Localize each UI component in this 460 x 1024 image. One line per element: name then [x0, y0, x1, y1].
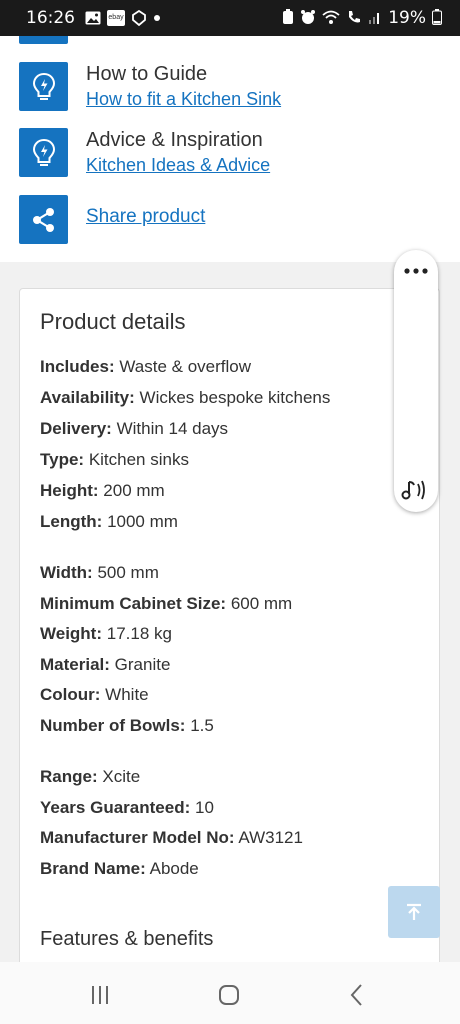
spec-value: White	[105, 685, 149, 704]
recent-apps-icon	[92, 986, 108, 1004]
spec-label: Type:	[40, 450, 85, 469]
spec-value: Granite	[114, 655, 171, 674]
share-icon	[32, 207, 54, 232]
spec-value: Abode	[149, 859, 199, 878]
spec-label: Material:	[40, 655, 110, 674]
spec-row: Number of Bowls: 1.5	[40, 716, 214, 736]
spec-value: 10	[194, 798, 214, 817]
spec-row: Delivery: Within 14 days	[40, 419, 228, 439]
recent-apps-button[interactable]	[85, 980, 115, 1010]
battery-icon	[432, 8, 442, 28]
product-links-section: How to Guide How to fit a Kitchen Sink A…	[0, 36, 460, 262]
spec-row: Years Guaranteed: 10	[40, 798, 214, 818]
spec-label: Years Guaranteed:	[40, 798, 191, 817]
battery-percent: 19%	[388, 8, 426, 28]
spec-row: Brand Name: Abode	[40, 859, 199, 879]
system-nav-bar	[0, 962, 460, 1024]
spec-label: Includes:	[40, 357, 115, 376]
battery-saver-icon	[282, 8, 294, 28]
share-product-link[interactable]: Share product	[86, 206, 205, 228]
how-to-guide-icon-tile[interactable]	[19, 62, 68, 111]
features-heading: Features & benefits	[40, 928, 214, 950]
spec-value: Kitchen sinks	[88, 450, 189, 469]
how-to-guide-title: How to Guide	[86, 63, 208, 85]
back-button[interactable]	[342, 980, 372, 1010]
assistant-icon	[131, 10, 147, 26]
ebay-icon: ebay	[107, 10, 125, 26]
spec-row: Height: 200 mm	[40, 481, 165, 501]
spec-label: Width:	[40, 563, 93, 582]
floating-tools-bubble[interactable]	[394, 250, 438, 512]
spec-row: Material: Granite	[40, 655, 170, 675]
alarm-icon	[300, 9, 316, 28]
spec-row: Type: Kitchen sinks	[40, 450, 189, 470]
product-details-heading: Product details	[40, 309, 186, 334]
read-aloud-icon[interactable]	[400, 476, 432, 509]
spec-row: Availability: Wickes bespoke kitchens	[40, 388, 330, 408]
status-time: 16:26	[26, 8, 75, 28]
spec-label: Weight:	[40, 624, 103, 643]
lightbulb-icon	[32, 72, 55, 100]
spec-label: Height:	[40, 481, 99, 500]
spec-value: 200 mm	[103, 481, 165, 500]
spec-label: Minimum Cabinet Size:	[40, 594, 227, 613]
spec-row: Weight: 17.18 kg	[40, 624, 172, 644]
spec-value: 1000 mm	[107, 512, 178, 531]
wifi-icon	[322, 9, 340, 28]
spec-value: 17.18 kg	[106, 624, 172, 643]
spec-row: Manufacturer Model No: AW3121	[40, 828, 303, 848]
product-details-panel: Product details Includes: Waste & overfl…	[19, 288, 440, 978]
spec-value: Waste & overflow	[119, 357, 251, 376]
signal-icon	[368, 10, 382, 27]
partial-tile[interactable]	[19, 36, 68, 44]
scroll-to-top-button[interactable]	[388, 886, 440, 938]
how-to-guide-link[interactable]: How to fit a Kitchen Sink	[86, 89, 281, 110]
lightbulb-icon	[32, 138, 55, 166]
notification-dot-icon	[153, 14, 161, 22]
spec-row: Includes: Waste & overflow	[40, 357, 251, 377]
spec-label: Range:	[40, 767, 98, 786]
back-icon	[350, 984, 362, 1006]
arrow-up-icon	[407, 903, 421, 920]
spec-value: Within 14 days	[116, 419, 229, 438]
spec-value: 500 mm	[97, 563, 159, 582]
spec-label: Brand Name:	[40, 859, 146, 878]
spec-row: Minimum Cabinet Size: 600 mm	[40, 594, 292, 614]
spec-value: Xcite	[102, 767, 141, 786]
spec-label: Number of Bowls:	[40, 716, 186, 735]
spec-value: AW3121	[238, 828, 303, 847]
home-icon	[219, 985, 239, 1005]
advice-icon-tile[interactable]	[19, 128, 68, 177]
spec-row: Range: Xcite	[40, 767, 140, 787]
spec-value: 1.5	[190, 716, 214, 735]
spec-row: Width: 500 mm	[40, 563, 159, 583]
spec-label: Availability:	[40, 388, 135, 407]
spec-row: Length: 1000 mm	[40, 512, 178, 532]
wifi-calling-icon	[346, 9, 362, 28]
advice-title: Advice & Inspiration	[86, 129, 263, 151]
status-bar: 16:26 ebay 19%	[0, 0, 460, 36]
spec-label: Length:	[40, 512, 103, 531]
home-button[interactable]	[214, 980, 244, 1010]
advice-link[interactable]: Kitchen Ideas & Advice	[86, 155, 270, 176]
spec-label: Manufacturer Model No:	[40, 828, 235, 847]
spec-label: Delivery:	[40, 419, 112, 438]
spec-value: 600 mm	[230, 594, 293, 613]
share-icon-tile[interactable]	[19, 195, 68, 244]
spec-row: Colour: White	[40, 685, 149, 705]
more-options-icon[interactable]	[394, 262, 438, 276]
spec-label: Colour:	[40, 685, 101, 704]
spec-value: Wickes bespoke kitchens	[139, 388, 331, 407]
gallery-icon	[85, 11, 101, 25]
